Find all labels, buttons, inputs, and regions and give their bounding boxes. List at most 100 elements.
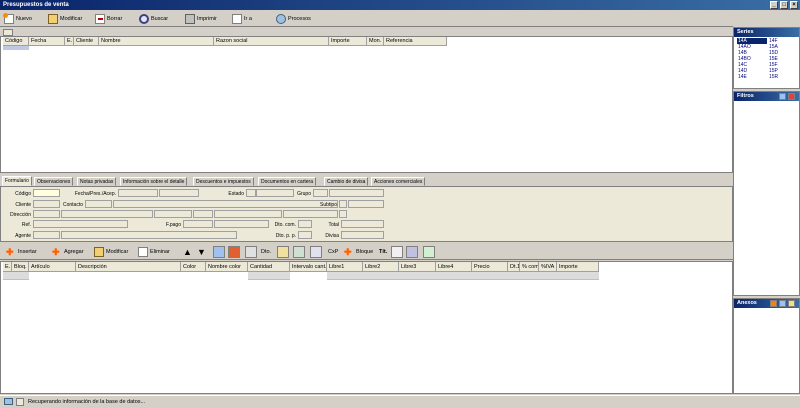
series-item[interactable]: 14E (738, 74, 747, 80)
tab-acciones-comerciales[interactable]: Acciones comerciales (371, 177, 426, 186)
column-header[interactable]: Dt.1 (508, 262, 520, 272)
column-header[interactable]: Importe (557, 262, 599, 272)
borrar-button[interactable]: Borrar (95, 12, 122, 25)
series-item[interactable]: 15R (769, 74, 778, 80)
grupo-field[interactable] (329, 189, 384, 197)
imprimir-button[interactable]: Imprimir (185, 12, 217, 25)
agente-field[interactable] (61, 231, 237, 239)
column-header[interactable]: Nombre color (206, 262, 248, 272)
column-header[interactable]: Nombre (99, 37, 214, 46)
column-header[interactable]: Referencia (384, 37, 447, 46)
column-header[interactable]: Color (181, 262, 206, 272)
table-row[interactable] (248, 272, 290, 280)
column-header[interactable]: Importe (329, 37, 367, 46)
nuevo-button[interactable]: Nuevo (3, 12, 32, 25)
direccion-extra3-field[interactable] (214, 210, 282, 218)
column-header[interactable]: Código (3, 37, 29, 46)
tab-informacion-detalle[interactable]: Información sobre el detalle (120, 177, 188, 186)
move-down-icon[interactable]: ▼ (197, 246, 206, 258)
grupo-code-field[interactable] (313, 189, 328, 197)
direccion-field[interactable] (61, 210, 153, 218)
table-row[interactable] (3, 272, 29, 280)
tab-documentos-cartera[interactable]: Documentos en cartera (258, 177, 316, 186)
insertar-button[interactable]: ✚ Insertar (6, 246, 37, 258)
presupuestos-grid[interactable]: Código Fecha E. Cliente Nombre Razon soc… (0, 36, 733, 173)
agregar-button[interactable]: ✚ Agregar (52, 246, 84, 258)
column-header[interactable]: Artículo (29, 262, 76, 272)
user-icon[interactable] (406, 246, 418, 258)
divisa-field[interactable] (341, 231, 384, 239)
add-attachment-icon[interactable] (770, 300, 777, 307)
tab-formulario[interactable]: Formulario (2, 176, 32, 186)
total-field[interactable] (341, 220, 384, 228)
direccion-extra4-field[interactable] (283, 210, 338, 218)
table-row[interactable] (327, 272, 599, 280)
column-header[interactable]: Fecha (29, 37, 65, 46)
dto-pp-field[interactable] (298, 231, 312, 239)
fecha-pres-field[interactable] (159, 189, 199, 197)
agente-code-field[interactable] (33, 231, 60, 239)
dto-com-field[interactable] (298, 220, 312, 228)
estado-code-field[interactable] (246, 189, 256, 197)
bloque-button[interactable]: ✚ Bloque (344, 246, 373, 258)
dto-button[interactable]: Dto. (261, 246, 271, 258)
filter-clear-icon[interactable] (788, 93, 795, 100)
tab-cambio-divisa[interactable]: Cambio de divisa (324, 177, 369, 186)
fpago-field[interactable] (214, 220, 269, 228)
document-icon[interactable] (277, 246, 289, 258)
tab-observaciones[interactable]: Observaciones (34, 177, 74, 186)
column-header[interactable]: Cliente (74, 37, 99, 46)
tab-notas-privadas[interactable]: Notas privadas (77, 177, 117, 186)
direccion-extra2-field[interactable] (193, 210, 213, 218)
ref-field[interactable] (33, 220, 128, 228)
column-header[interactable]: Cantidad (248, 262, 290, 272)
column-header[interactable]: E. (65, 37, 74, 46)
move-up-icon[interactable]: ▲ (183, 246, 192, 258)
subtipo-field[interactable] (348, 200, 384, 208)
column-header[interactable]: % com (520, 262, 539, 272)
export-icon[interactable] (423, 246, 435, 258)
procesos-button[interactable]: Procesos (276, 12, 311, 25)
filter-edit-icon[interactable] (779, 93, 786, 100)
lineas-grid[interactable]: E. Bloq. Artículo Descripción Color Nomb… (0, 261, 733, 394)
column-header[interactable]: Libre4 (436, 262, 472, 272)
column-header[interactable]: Bloq. (12, 262, 29, 272)
subtitle-icon[interactable] (391, 246, 403, 258)
fecha-field[interactable] (118, 189, 158, 197)
fpago-code-field[interactable] (183, 220, 213, 228)
titulo-button[interactable]: Tít. (379, 246, 387, 258)
column-header[interactable]: Libre2 (363, 262, 399, 272)
calculator-icon[interactable] (293, 246, 305, 258)
clipboard-icon[interactable] (310, 246, 322, 258)
column-header[interactable]: Libre1 (327, 262, 363, 272)
minimize-button[interactable]: _ (770, 1, 778, 9)
column-header[interactable]: Descripción (76, 262, 181, 272)
column-header[interactable]: E. (3, 262, 12, 272)
close-button[interactable]: × (790, 1, 798, 9)
book-icon[interactable] (228, 246, 240, 258)
modificar-linea-button[interactable]: Modificar (94, 246, 128, 258)
contacto-field[interactable] (85, 200, 112, 208)
ir-a-button[interactable]: Ir a (232, 12, 252, 25)
column-header[interactable]: Precio (472, 262, 508, 272)
column-header[interactable]: Libre3 (399, 262, 436, 272)
edit-attachment-icon[interactable] (779, 300, 786, 307)
modificar-button[interactable]: Modificar (48, 12, 82, 25)
codigo-field[interactable] (33, 189, 60, 197)
cxp-button[interactable]: CxP (328, 246, 338, 258)
eliminar-button[interactable]: Eliminar (138, 246, 170, 258)
column-header[interactable]: Razon social (214, 37, 329, 46)
direccion-extra5-field[interactable] (339, 210, 347, 218)
tab-descuentos-impuestos[interactable]: Descuentos e impuestos (193, 177, 254, 186)
column-header[interactable]: Intervalo cant. (290, 262, 327, 272)
column-header[interactable]: %IVA (539, 262, 557, 272)
grid-options-icon[interactable] (3, 29, 13, 36)
column-header[interactable]: Mon. (367, 37, 384, 46)
direccion-extra1-field[interactable] (154, 210, 192, 218)
open-attachment-icon[interactable] (788, 300, 795, 307)
maximize-button[interactable]: □ (780, 1, 788, 9)
buscar-button[interactable]: Buscar (139, 12, 168, 25)
subtipo-code-field[interactable] (339, 200, 347, 208)
copy-icon[interactable] (213, 246, 225, 258)
search-line-icon[interactable] (245, 246, 257, 258)
